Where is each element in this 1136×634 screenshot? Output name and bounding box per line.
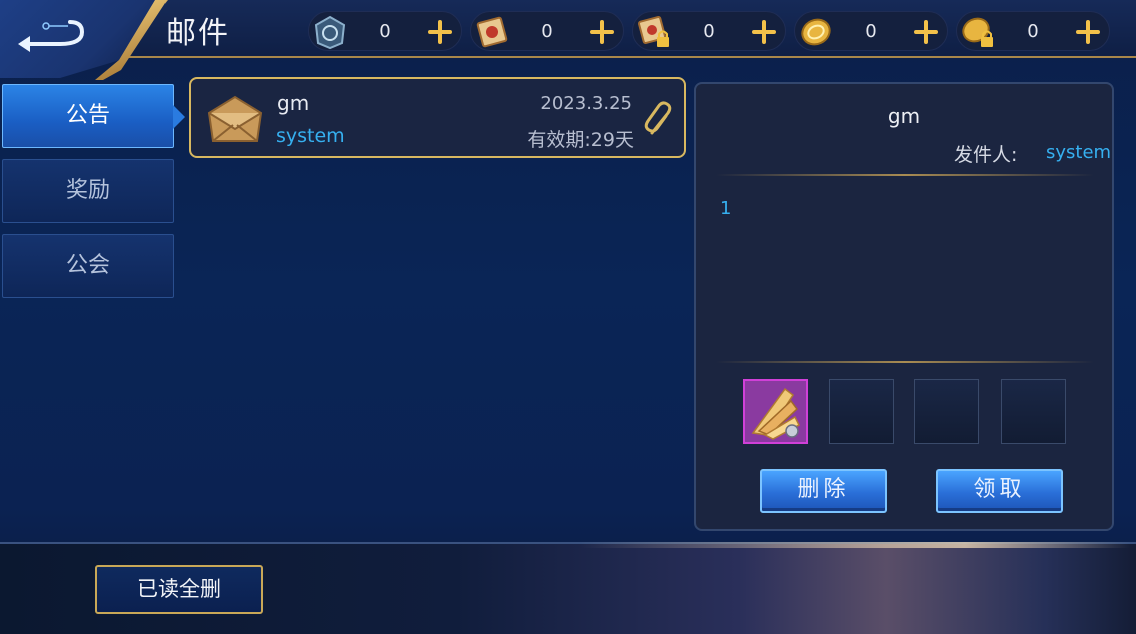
feather-item-icon	[745, 381, 806, 442]
mail-from: system	[276, 125, 345, 147]
currency-scroll: 0	[470, 11, 624, 51]
mail-date: 2023.3.25	[540, 93, 632, 114]
page-title: 邮件	[166, 16, 230, 51]
currency-gold: 0	[794, 11, 948, 51]
gold-coin-icon	[801, 18, 831, 46]
bottom-glow	[580, 542, 1130, 548]
back-arrow-icon	[18, 20, 85, 52]
currency-scroll-value: 0	[541, 21, 553, 42]
attachment-slot-1[interactable]	[743, 379, 808, 444]
detail-title: gm	[887, 104, 921, 128]
locked-scroll-icon	[637, 15, 669, 47]
currency-locked-gold-value: 0	[1027, 21, 1039, 42]
claim-button[interactable]: 领取	[936, 469, 1063, 513]
add-locked-scroll-icon[interactable]	[751, 19, 777, 45]
envelope-icon	[207, 95, 263, 142]
divider-bottom	[716, 361, 1094, 363]
mail-title: gm	[277, 91, 310, 115]
currency-coupon: 0	[308, 11, 462, 51]
coupon-icon	[314, 15, 346, 50]
detail-sender: system	[1046, 142, 1112, 163]
add-gold-icon[interactable]	[913, 19, 939, 45]
attachment-slot-2	[829, 379, 894, 444]
add-locked-gold-icon[interactable]	[1075, 19, 1101, 45]
currency-locked-scroll-value: 0	[703, 21, 715, 42]
detail-sender-label: 发件人:	[954, 144, 1018, 166]
attachment-clip-icon	[644, 101, 672, 135]
mail-list-item[interactable]: gm system 2023.3.25 有效期:29天	[189, 77, 686, 158]
delete-read-button[interactable]: 已读全删	[95, 565, 263, 614]
currency-locked-gold: 0	[956, 11, 1110, 51]
attachment-slot-3	[914, 379, 979, 444]
add-scroll-icon[interactable]	[589, 19, 615, 45]
add-coupon-icon[interactable]	[427, 19, 453, 45]
attachment-slot-4	[1001, 379, 1066, 444]
divider-top	[716, 174, 1094, 176]
mail-detail-panel: gm 发件人: system 1 删除 领取	[694, 82, 1114, 531]
locked-gold-coin-icon	[962, 17, 993, 47]
currency-gold-value: 0	[865, 21, 877, 42]
detail-body: 1	[720, 198, 732, 219]
scroll-icon	[476, 16, 508, 48]
tab-rewards[interactable]: 奖励	[2, 159, 174, 223]
currency-locked-scroll: 0	[632, 11, 786, 51]
mail-expire: 有效期:29天	[527, 129, 634, 151]
currency-coupon-value: 0	[379, 21, 391, 42]
tab-announcement[interactable]: 公告	[2, 84, 185, 148]
tab-guild[interactable]: 公会	[2, 234, 174, 298]
delete-button[interactable]: 删除	[760, 469, 887, 513]
